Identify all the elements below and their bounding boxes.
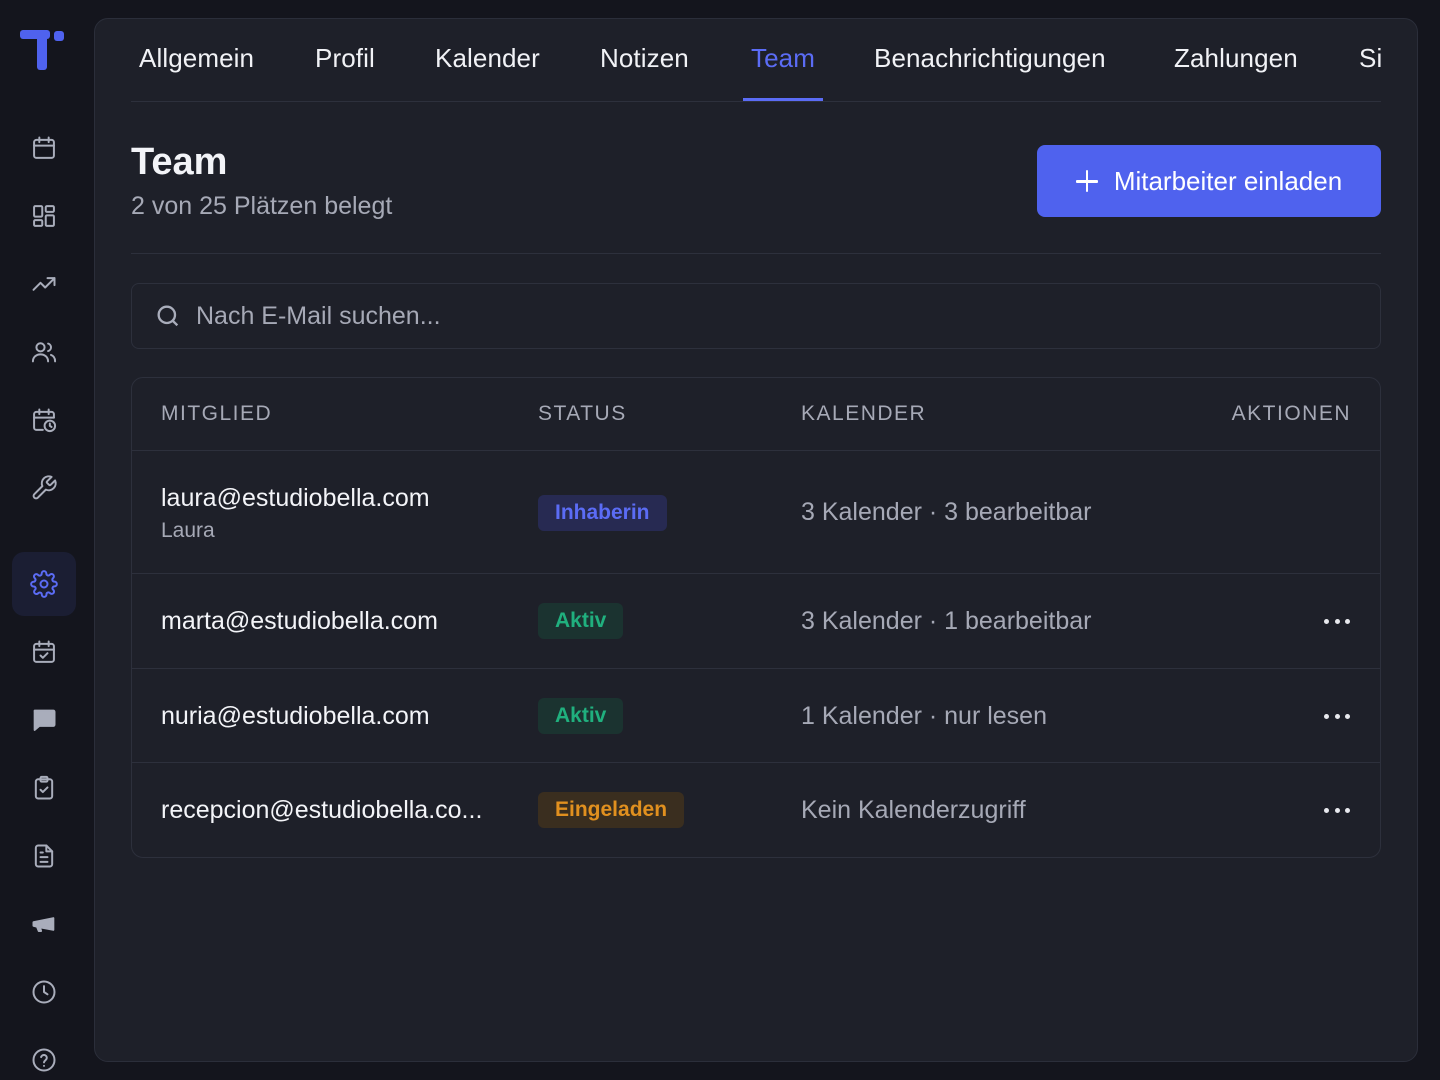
sidebar-item-tools[interactable]: [12, 456, 76, 520]
help-circle-icon: [32, 1048, 56, 1072]
page-title: Team: [131, 141, 228, 183]
sidebar-item-dashboard[interactable]: [12, 184, 76, 248]
tab-sicherheit[interactable]: Siche: [1351, 43, 1381, 101]
search-icon: [157, 305, 179, 327]
tab-kalender[interactable]: Kalender: [427, 43, 548, 101]
calendar-clock-icon: [33, 408, 57, 433]
search-box[interactable]: [131, 283, 1381, 349]
status-badge: Inhaberin: [538, 495, 667, 531]
column-header-calendar: KALENDER: [801, 402, 927, 425]
tab-notizen[interactable]: Notizen: [592, 43, 697, 101]
table-row[interactable]: recepcion@estudiobella.co... Eingeladen …: [132, 763, 1380, 857]
dashboard-grid-icon: [33, 205, 55, 227]
plus-icon: [1075, 170, 1098, 192]
member-email: recepcion@estudiobella.co...: [161, 796, 483, 824]
sidebar-item-calendar[interactable]: [12, 116, 76, 180]
clipboard-check-icon: [34, 775, 54, 800]
calendar-access-text: 3 Kalender · 1 bearbeitbar: [801, 607, 1092, 635]
sidebar-item-clients[interactable]: [12, 320, 76, 384]
users-icon: [31, 342, 57, 363]
settings-tabs: Allgemein Profil Kalender Notizen Team B…: [131, 19, 1381, 102]
column-header-member: MITGLIED: [161, 402, 273, 425]
sidebar-item-schedule[interactable]: [12, 388, 76, 452]
megaphone-icon: [32, 917, 55, 932]
tab-zahlungen[interactable]: Zahlungen: [1166, 43, 1306, 101]
sidebar-item-analytics[interactable]: [12, 252, 76, 316]
column-header-actions: AKTIONEN: [1231, 402, 1351, 425]
column-header-status: STATUS: [538, 402, 627, 425]
invite-member-button[interactable]: Mitarbeiter einladen: [1037, 145, 1381, 217]
email-search-input[interactable]: [196, 301, 1096, 331]
table-row[interactable]: marta@estudiobella.com Aktiv 3 Kalender …: [132, 574, 1380, 669]
app-logo[interactable]: [20, 30, 66, 72]
tab-team[interactable]: Team: [743, 43, 823, 101]
sidebar-item-documents[interactable]: [12, 824, 76, 888]
status-badge: Aktiv: [538, 603, 624, 639]
table-row[interactable]: laura@estudiobella.com Laura Inhaberin 3…: [132, 451, 1380, 574]
sidebar-item-settings[interactable]: [12, 552, 76, 616]
member-email: laura@estudiobella.com: [161, 484, 430, 512]
sidebar: [0, 0, 86, 1080]
sidebar-item-history[interactable]: [12, 960, 76, 1024]
table-row[interactable]: nuria@estudiobella.com Aktiv 1 Kalender …: [132, 669, 1380, 763]
calendar-check-icon: [33, 640, 55, 663]
trending-up-icon: [32, 277, 56, 291]
wrench-icon: [32, 475, 57, 500]
tab-benachrichtigungen[interactable]: Benachrichtigungen: [866, 43, 1114, 101]
gear-icon: [30, 570, 58, 598]
table-header: MITGLIED STATUS KALENDER AKTIONEN: [132, 378, 1380, 451]
more-actions-icon[interactable]: [1324, 616, 1350, 626]
invite-member-label: Mitarbeiter einladen: [1113, 165, 1343, 196]
sidebar-item-messages[interactable]: [12, 688, 76, 752]
calendar-access-text: 3 Kalender · 3 bearbeitbar: [801, 498, 1092, 526]
calendar-access-text: 1 Kalender · nur lesen: [801, 702, 1047, 730]
tab-allgemein[interactable]: Allgemein: [131, 43, 262, 101]
sidebar-item-marketing[interactable]: [12, 892, 76, 956]
more-actions-icon[interactable]: [1324, 805, 1350, 815]
settings-panel: Allgemein Profil Kalender Notizen Team B…: [94, 18, 1418, 1062]
calendar-access-text: Kein Kalenderzugriff: [801, 796, 1026, 824]
status-badge: Eingeladen: [538, 792, 685, 828]
sidebar-item-appointments[interactable]: [12, 620, 76, 684]
member-email: nuria@estudiobella.com: [161, 702, 430, 730]
calendar-icon: [33, 136, 55, 159]
chat-bubble-icon: [33, 709, 56, 731]
member-email: marta@estudiobella.com: [161, 607, 438, 635]
more-actions-icon[interactable]: [1324, 711, 1350, 721]
clock-icon: [32, 980, 56, 1004]
member-name: Laura: [161, 519, 215, 542]
sidebar-item-tasks[interactable]: [12, 756, 76, 820]
sidebar-item-help[interactable]: [12, 1028, 76, 1080]
seat-usage-text: 2 von 25 Plätzen belegt: [131, 192, 393, 220]
status-badge: Aktiv: [538, 698, 624, 734]
document-icon: [34, 844, 54, 868]
section-divider: [131, 253, 1381, 254]
team-members-table: MITGLIED STATUS KALENDER AKTIONEN laura@…: [131, 377, 1381, 858]
tab-profil[interactable]: Profil: [307, 43, 383, 101]
